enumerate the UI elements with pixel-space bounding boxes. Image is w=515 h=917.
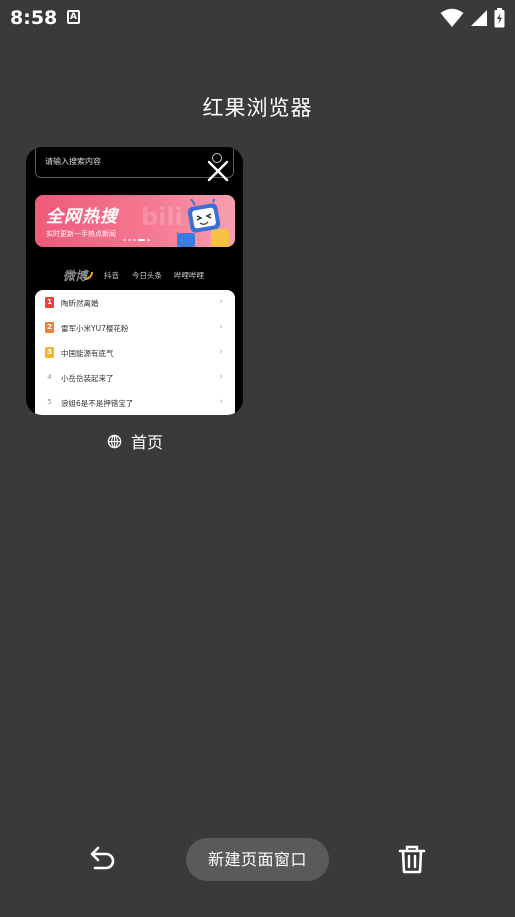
hot-search-banner: bili 全网热搜 实时更新一手热点新闻	[35, 195, 235, 247]
trash-icon[interactable]	[396, 843, 428, 875]
list-item: 2 雷军小米YU7樱花粉 ›	[35, 315, 235, 340]
app-title: 红果浏览器	[202, 96, 313, 120]
hot-item-text: 陶昕然离婚	[61, 299, 99, 308]
tab-title: 首页	[131, 433, 164, 452]
signal-icon	[471, 10, 487, 26]
rank-number: 5	[47, 398, 52, 406]
tab-bilibili: 哔哩哔哩	[174, 271, 204, 280]
chevron-right-icon: ›	[219, 297, 223, 307]
close-tab-icon[interactable]	[206, 159, 230, 183]
mini-search-placeholder: 请输入搜索内容	[45, 157, 101, 166]
status-time: 8:58	[10, 7, 58, 29]
undo-icon[interactable]	[86, 842, 118, 874]
mini-search-bar: 请输入搜索内容	[35, 147, 234, 178]
status-bar: 8:58 A	[0, 0, 515, 36]
banner-subtitle: 实时更新一手热点新闻	[46, 230, 116, 238]
status-icons	[440, 7, 505, 29]
rank-number: 4	[47, 373, 52, 381]
hot-item-text: 小岳岳装起来了	[61, 374, 114, 383]
battery-charging-icon	[494, 8, 505, 28]
weibo-logo-icon	[85, 272, 93, 280]
tv-robot-illustration	[177, 199, 229, 247]
tab-caption: 首页	[107, 431, 164, 452]
globe-icon	[107, 434, 122, 448]
list-item: 3 中国能源有底气 ›	[35, 340, 235, 365]
tab-douyin: 抖音	[104, 271, 119, 280]
rank-badge: 3	[45, 347, 54, 358]
banner-title: 全网热搜	[46, 207, 118, 227]
banner-pager-dots	[123, 239, 150, 241]
rank-badge: 2	[45, 322, 54, 333]
hot-list: 1 陶昕然离婚 › 2 雷军小米YU7樱花粉 › 3 中国能源有底气 › 4 小…	[35, 290, 235, 415]
tab-toutiao: 今日头条	[132, 271, 162, 280]
chevron-right-icon: ›	[219, 322, 223, 332]
list-item: 1 陶昕然离婚 ›	[35, 290, 235, 315]
list-item: 5 浪姐6是不是押错宝了 ›	[35, 390, 235, 415]
chevron-right-icon: ›	[219, 347, 223, 357]
hot-item-text: 中国能源有底气	[61, 349, 114, 358]
chevron-right-icon: ›	[219, 397, 223, 407]
list-item: 4 小岳岳装起来了 ›	[35, 365, 235, 390]
tab-preview-card[interactable]: 请输入搜索内容 bili 全网热搜 实时更新一手热点新闻 微博 抖音 今日头条 …	[26, 147, 243, 415]
new-tab-button[interactable]: 新建页面窗口	[186, 838, 329, 881]
chevron-right-icon: ›	[219, 372, 223, 382]
hot-source-tabs: 微博 抖音 今日头条 哔哩哔哩	[26, 265, 243, 283]
wifi-icon	[440, 8, 464, 27]
rank-badge: 1	[45, 297, 54, 308]
tab-weibo: 微博	[63, 269, 88, 283]
hot-item-text: 浪姐6是不是押错宝了	[61, 399, 134, 408]
keyboard-a-icon: A	[67, 10, 80, 24]
hot-item-text: 雷军小米YU7樱花粉	[61, 324, 129, 333]
